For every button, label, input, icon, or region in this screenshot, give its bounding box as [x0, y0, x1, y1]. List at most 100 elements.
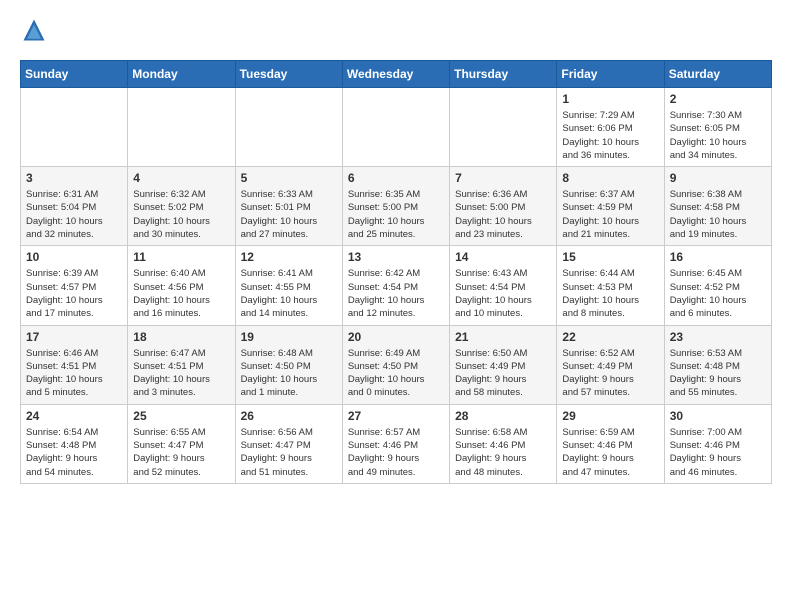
- day-number: 12: [241, 250, 337, 264]
- day-info: Sunrise: 6:48 AM Sunset: 4:50 PM Dayligh…: [241, 347, 337, 400]
- calendar-week-row: 1 Sunrise: 7:29 AM Sunset: 6:06 PM Daylig…: [21, 88, 772, 167]
- calendar-cell: 18 Sunrise: 6:47 AM Sunset: 4:51 PM Dayli…: [128, 325, 235, 404]
- day-info: Sunrise: 6:59 AM Sunset: 4:46 PM Dayligh…: [562, 426, 658, 479]
- day-info: Sunrise: 6:40 AM Sunset: 4:56 PM Dayligh…: [133, 267, 229, 320]
- calendar-day-header: Thursday: [450, 61, 557, 88]
- day-info: Sunrise: 6:52 AM Sunset: 4:49 PM Dayligh…: [562, 347, 658, 400]
- calendar-day-header: Friday: [557, 61, 664, 88]
- calendar-cell: 7Sunrise: 6:36 AM Sunset: 5:00 PM Daylig…: [450, 167, 557, 246]
- calendar-cell: 22 Sunrise: 6:52 AM Sunset: 4:49 PM Dayli…: [557, 325, 664, 404]
- calendar-cell: [342, 88, 449, 167]
- logo-icon: [20, 16, 48, 44]
- calendar-week-row: 24Sunrise: 6:54 AM Sunset: 4:48 PM Dayli…: [21, 404, 772, 483]
- calendar-cell: 4 Sunrise: 6:32 AM Sunset: 5:02 PM Daylig…: [128, 167, 235, 246]
- calendar-cell: 14 Sunrise: 6:43 AM Sunset: 4:54 PM Dayli…: [450, 246, 557, 325]
- calendar-cell: 30 Sunrise: 7:00 AM Sunset: 4:46 PM Dayli…: [664, 404, 771, 483]
- day-number: 13: [348, 250, 444, 264]
- day-number: 23: [670, 330, 766, 344]
- calendar-cell: 17Sunrise: 6:46 AM Sunset: 4:51 PM Dayli…: [21, 325, 128, 404]
- calendar-cell: 28Sunrise: 6:58 AM Sunset: 4:46 PM Dayli…: [450, 404, 557, 483]
- day-number: 7: [455, 171, 551, 185]
- calendar-cell: 9 Sunrise: 6:38 AM Sunset: 4:58 PM Daylig…: [664, 167, 771, 246]
- calendar-cell: [450, 88, 557, 167]
- day-info: Sunrise: 6:33 AM Sunset: 5:01 PM Dayligh…: [241, 188, 337, 241]
- day-number: 22: [562, 330, 658, 344]
- day-number: 14: [455, 250, 551, 264]
- day-number: 6: [348, 171, 444, 185]
- day-info: Sunrise: 6:47 AM Sunset: 4:51 PM Dayligh…: [133, 347, 229, 400]
- calendar-cell: 1 Sunrise: 7:29 AM Sunset: 6:06 PM Daylig…: [557, 88, 664, 167]
- day-info: Sunrise: 6:56 AM Sunset: 4:47 PM Dayligh…: [241, 426, 337, 479]
- day-info: Sunrise: 6:39 AM Sunset: 4:57 PM Dayligh…: [26, 267, 122, 320]
- calendar-cell: 29 Sunrise: 6:59 AM Sunset: 4:46 PM Dayli…: [557, 404, 664, 483]
- day-number: 25: [133, 409, 229, 423]
- header: [20, 16, 772, 44]
- day-number: 29: [562, 409, 658, 423]
- day-info: Sunrise: 6:44 AM Sunset: 4:53 PM Dayligh…: [562, 267, 658, 320]
- day-number: 18: [133, 330, 229, 344]
- day-info: Sunrise: 6:55 AM Sunset: 4:47 PM Dayligh…: [133, 426, 229, 479]
- page: SundayMondayTuesdayWednesdayThursdayFrid…: [0, 0, 792, 504]
- calendar-cell: 16 Sunrise: 6:45 AM Sunset: 4:52 PM Dayli…: [664, 246, 771, 325]
- day-number: 19: [241, 330, 337, 344]
- day-info: Sunrise: 7:29 AM Sunset: 6:06 PM Dayligh…: [562, 109, 658, 162]
- day-info: Sunrise: 6:32 AM Sunset: 5:02 PM Dayligh…: [133, 188, 229, 241]
- day-number: 10: [26, 250, 122, 264]
- day-number: 30: [670, 409, 766, 423]
- calendar-cell: 20Sunrise: 6:49 AM Sunset: 4:50 PM Dayli…: [342, 325, 449, 404]
- calendar-cell: 25 Sunrise: 6:55 AM Sunset: 4:47 PM Dayli…: [128, 404, 235, 483]
- day-info: Sunrise: 6:50 AM Sunset: 4:49 PM Dayligh…: [455, 347, 551, 400]
- calendar-cell: 21 Sunrise: 6:50 AM Sunset: 4:49 PM Dayli…: [450, 325, 557, 404]
- calendar-cell: 15 Sunrise: 6:44 AM Sunset: 4:53 PM Dayli…: [557, 246, 664, 325]
- logo: [20, 16, 52, 44]
- day-info: Sunrise: 6:35 AM Sunset: 5:00 PM Dayligh…: [348, 188, 444, 241]
- day-info: Sunrise: 6:37 AM Sunset: 4:59 PM Dayligh…: [562, 188, 658, 241]
- calendar-cell: 5 Sunrise: 6:33 AM Sunset: 5:01 PM Daylig…: [235, 167, 342, 246]
- calendar-cell: [235, 88, 342, 167]
- calendar-week-row: 3 Sunrise: 6:31 AM Sunset: 5:04 PM Daylig…: [21, 167, 772, 246]
- day-number: 11: [133, 250, 229, 264]
- day-number: 20: [348, 330, 444, 344]
- day-number: 17: [26, 330, 122, 344]
- day-number: 1: [562, 92, 658, 106]
- calendar-cell: 8 Sunrise: 6:37 AM Sunset: 4:59 PM Daylig…: [557, 167, 664, 246]
- day-number: 5: [241, 171, 337, 185]
- day-info: Sunrise: 6:43 AM Sunset: 4:54 PM Dayligh…: [455, 267, 551, 320]
- calendar-cell: [128, 88, 235, 167]
- day-number: 16: [670, 250, 766, 264]
- day-info: Sunrise: 6:31 AM Sunset: 5:04 PM Dayligh…: [26, 188, 122, 241]
- day-number: 27: [348, 409, 444, 423]
- day-info: Sunrise: 6:45 AM Sunset: 4:52 PM Dayligh…: [670, 267, 766, 320]
- calendar-day-header: Monday: [128, 61, 235, 88]
- day-number: 21: [455, 330, 551, 344]
- day-number: 24: [26, 409, 122, 423]
- calendar-cell: 13 Sunrise: 6:42 AM Sunset: 4:54 PM Dayli…: [342, 246, 449, 325]
- calendar-cell: 2 Sunrise: 7:30 AM Sunset: 6:05 PM Daylig…: [664, 88, 771, 167]
- calendar-cell: 19 Sunrise: 6:48 AM Sunset: 4:50 PM Dayli…: [235, 325, 342, 404]
- calendar-cell: 3 Sunrise: 6:31 AM Sunset: 5:04 PM Daylig…: [21, 167, 128, 246]
- day-info: Sunrise: 6:38 AM Sunset: 4:58 PM Dayligh…: [670, 188, 766, 241]
- calendar-cell: 26 Sunrise: 6:56 AM Sunset: 4:47 PM Dayli…: [235, 404, 342, 483]
- day-number: 3: [26, 171, 122, 185]
- day-number: 4: [133, 171, 229, 185]
- day-number: 8: [562, 171, 658, 185]
- calendar-cell: [21, 88, 128, 167]
- day-number: 26: [241, 409, 337, 423]
- day-info: Sunrise: 7:00 AM Sunset: 4:46 PM Dayligh…: [670, 426, 766, 479]
- calendar-table: SundayMondayTuesdayWednesdayThursdayFrid…: [20, 60, 772, 484]
- day-info: Sunrise: 6:58 AM Sunset: 4:46 PM Dayligh…: [455, 426, 551, 479]
- calendar-day-header: Saturday: [664, 61, 771, 88]
- day-info: Sunrise: 6:57 AM Sunset: 4:46 PM Dayligh…: [348, 426, 444, 479]
- day-number: 9: [670, 171, 766, 185]
- day-info: Sunrise: 6:42 AM Sunset: 4:54 PM Dayligh…: [348, 267, 444, 320]
- calendar-header-row: SundayMondayTuesdayWednesdayThursdayFrid…: [21, 61, 772, 88]
- day-info: Sunrise: 7:30 AM Sunset: 6:05 PM Dayligh…: [670, 109, 766, 162]
- calendar-cell: 27 Sunrise: 6:57 AM Sunset: 4:46 PM Dayli…: [342, 404, 449, 483]
- calendar-cell: 6 Sunrise: 6:35 AM Sunset: 5:00 PM Daylig…: [342, 167, 449, 246]
- calendar-day-header: Tuesday: [235, 61, 342, 88]
- calendar-cell: 24Sunrise: 6:54 AM Sunset: 4:48 PM Dayli…: [21, 404, 128, 483]
- day-number: 2: [670, 92, 766, 106]
- calendar-cell: 10 Sunrise: 6:39 AM Sunset: 4:57 PM Dayli…: [21, 246, 128, 325]
- day-info: Sunrise: 6:53 AM Sunset: 4:48 PM Dayligh…: [670, 347, 766, 400]
- day-number: 15: [562, 250, 658, 264]
